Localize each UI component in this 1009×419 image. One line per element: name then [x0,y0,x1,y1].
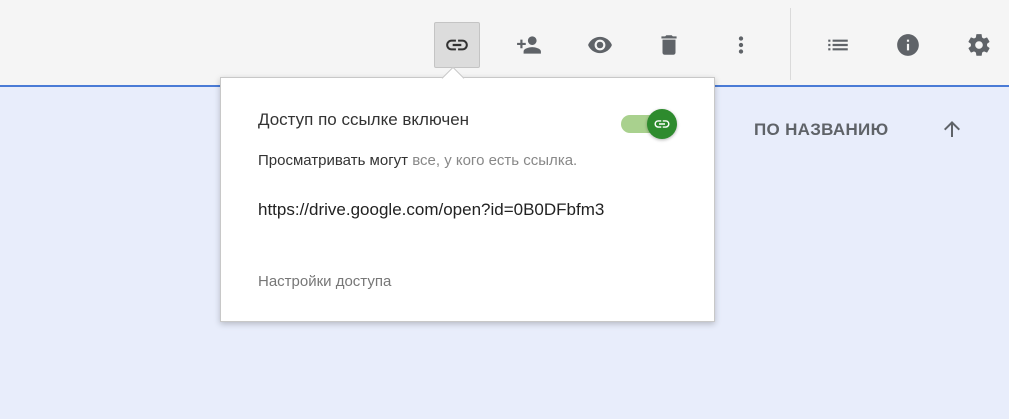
share-link-field[interactable]: https://drive.google.com/open?id=0B0DFbf… [258,200,678,220]
link-icon [446,39,468,51]
share-add-person-button[interactable] [506,22,552,68]
toolbar [0,0,1009,87]
sort-by-name-button[interactable]: ПО НАЗВАНИЮ [754,120,888,140]
trash-icon [661,35,677,55]
delete-button[interactable] [646,22,692,68]
link-icon [654,120,670,128]
link-sharing-popup: Доступ по ссылке включен Просматривать м… [220,77,715,322]
viewers-scope-dropdown[interactable]: все, у кого есть ссылка. [408,152,577,169]
toggle-knob [647,109,677,139]
viewers-permission: Просматривать могут все, у кого есть ссы… [258,152,577,169]
gear-icon [968,34,990,56]
link-sharing-toggle[interactable] [619,109,681,139]
get-link-button[interactable] [434,22,480,68]
viewers-prefix: Просматривать могут [258,152,409,169]
list-view-icon [828,39,848,51]
popup-title: Доступ по ссылке включен [258,110,470,129]
toolbar-divider [790,8,791,80]
more-vert-icon [738,36,744,54]
info-icon [897,34,919,56]
add-person-icon [517,36,541,54]
arrow-up-icon[interactable] [940,117,964,141]
access-settings-link[interactable]: Настройки доступа [258,273,391,290]
list-view-button[interactable] [815,22,861,68]
more-actions-button[interactable] [718,22,764,68]
settings-button[interactable] [956,22,1002,68]
preview-button[interactable] [577,22,623,68]
info-button[interactable] [885,22,931,68]
eye-icon [588,36,612,54]
